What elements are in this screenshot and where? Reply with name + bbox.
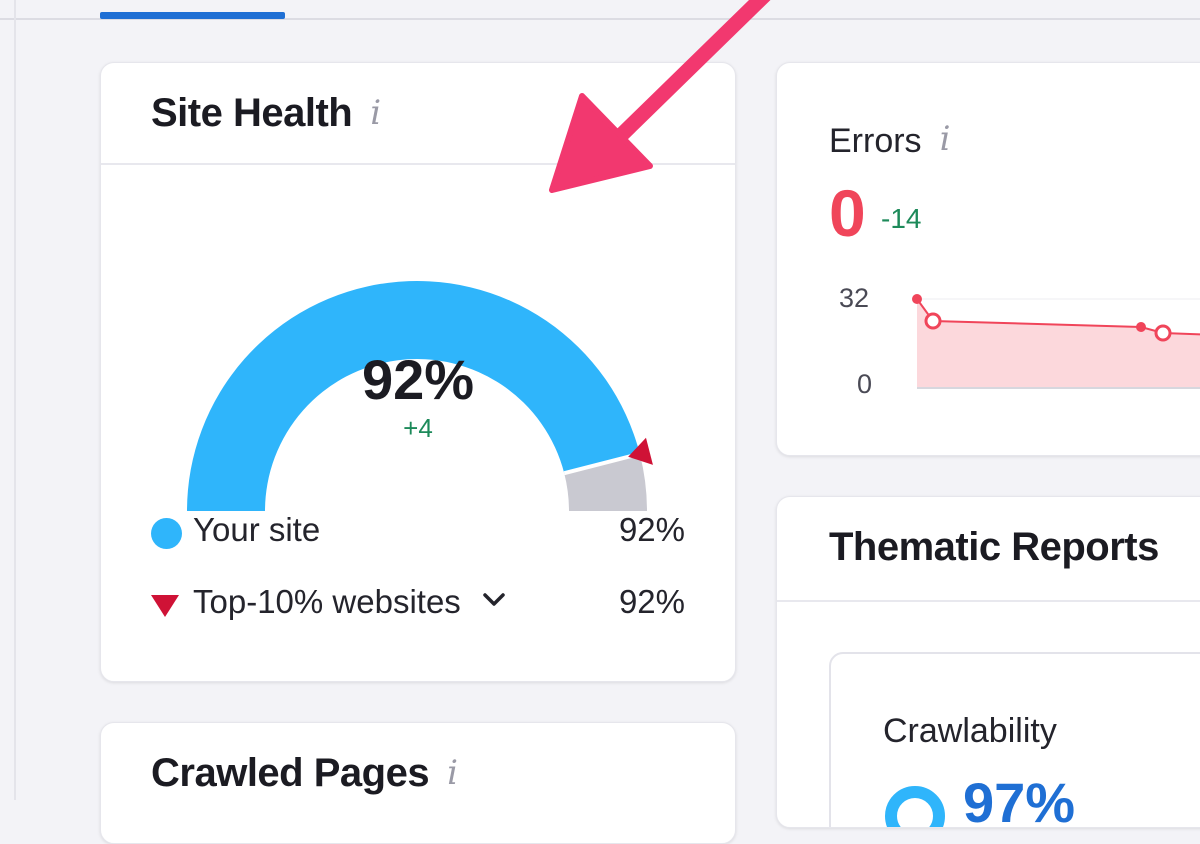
trend-point <box>1136 322 1146 332</box>
site-health-title: Site Health <box>151 91 353 135</box>
crawlability-ring-icon <box>885 786 945 827</box>
y-axis-top-label: 32 <box>839 283 870 313</box>
site-health-header: Site Health i <box>101 63 735 165</box>
errors-trend-chart <box>912 294 1200 389</box>
trend-point <box>1154 324 1172 342</box>
crawlability-score: 97% <box>963 771 1076 828</box>
left-divider <box>14 0 16 800</box>
legend-top10-websites[interactable]: Top-10% websites 92% <box>151 583 685 627</box>
legend-label: Your site <box>193 511 321 548</box>
errors-label: Errors <box>829 122 922 160</box>
crawlability-label: Crawlability <box>883 712 1057 750</box>
chevron-down-icon[interactable] <box>483 593 505 607</box>
thematic-reports-title: Thematic Reports <box>829 525 1159 569</box>
crawled-pages-title: Crawled Pages <box>151 751 430 795</box>
trend-point <box>912 294 922 304</box>
trend-point <box>924 312 942 330</box>
info-icon[interactable]: i <box>940 119 951 159</box>
crawled-pages-card: Crawled Pages i <box>100 722 736 844</box>
errors-card: Errors i 0 -14 32 0 <box>776 62 1200 456</box>
info-icon[interactable]: i <box>370 93 381 133</box>
info-icon[interactable]: i <box>447 753 458 793</box>
legend-your-site: Your site 92% <box>151 511 685 555</box>
errors-delta: -14 <box>881 203 922 234</box>
y-axis-bottom-label: 0 <box>857 369 873 399</box>
your-site-marker-icon <box>151 518 182 549</box>
thematic-reports-card: Thematic Reports Crawlability 97% <box>776 496 1200 828</box>
site-health-delta: +4 <box>403 413 433 443</box>
triangle-marker-icon <box>151 595 179 617</box>
active-tab-indicator <box>100 12 285 19</box>
legend-value: 92% <box>618 511 685 548</box>
crawlability-report-card[interactable]: Crawlability 97% <box>829 652 1200 828</box>
errors-count: 0 <box>829 176 866 250</box>
legend-value: 92% <box>618 583 685 620</box>
site-health-card: Site Health i 92% +4 Your site 92% Top-10… <box>100 62 736 682</box>
legend-label: Top-10% websites <box>193 583 461 620</box>
site-health-score: 92% <box>361 348 475 411</box>
